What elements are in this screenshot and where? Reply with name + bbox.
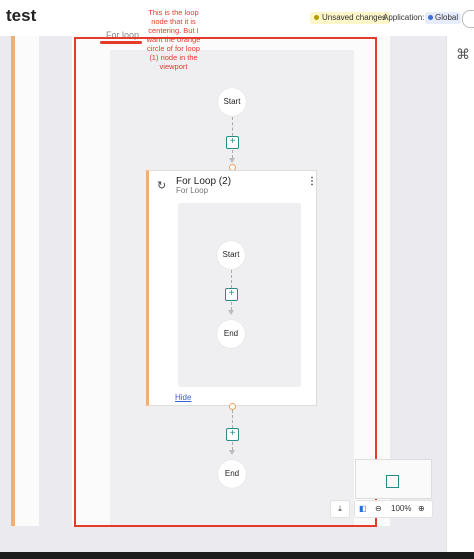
header-toggle[interactable] [462, 10, 474, 28]
application-label: Application: [383, 13, 425, 22]
annotation-outline [74, 37, 377, 527]
annotation-note: This is the loop node that it is centeri… [146, 8, 201, 71]
unsaved-changes-badge: Unsaved changes [310, 12, 391, 24]
graph-layout-icon[interactable]: ⌘ [456, 46, 470, 63]
zoom-out-icon[interactable]: ⊖ [375, 501, 382, 517]
minimap[interactable] [355, 459, 432, 499]
global-dot-icon [428, 15, 433, 21]
parent-node-body [15, 36, 39, 526]
unsaved-label: Unsaved changes [322, 13, 387, 22]
page-title: test [6, 6, 37, 25]
application-value: Global [435, 13, 459, 22]
zoom-controls: ◧ ⊖ 100% ⊕ [354, 500, 433, 518]
top-bar: test Unsaved changes Application: Global [0, 0, 474, 36]
application-selector[interactable]: Global [425, 12, 462, 24]
minimap-toggle-icon[interactable]: ◧ [359, 501, 367, 517]
minimap-viewport[interactable] [386, 475, 399, 488]
download-button[interactable]: ⤓ [330, 500, 350, 518]
parent-node-accent [11, 36, 15, 526]
zoom-level: 100% [391, 504, 412, 513]
status-dot-icon [314, 15, 319, 21]
zoom-in-icon[interactable]: ⊕ [418, 501, 425, 517]
right-toolbar [446, 36, 474, 559]
bottom-bar [0, 552, 474, 559]
